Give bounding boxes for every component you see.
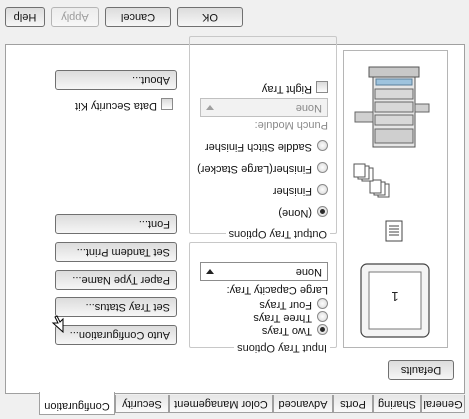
data-security-kit-label: Data Security Kit [75, 100, 157, 112]
large-capacity-tray-value: None [295, 266, 322, 278]
configuration-panel: Defaults 1 Input Tray Options Two Trays … [5, 36, 465, 394]
chevron-down-icon [206, 269, 214, 274]
tab-advanced[interactable]: Advanced [273, 395, 333, 413]
finisher-label: Finisher [272, 185, 312, 197]
finisher-large-stacker-radio[interactable] [317, 162, 328, 173]
tab-label: Configuration [44, 400, 110, 412]
punch-module-label: Punch Module: [254, 119, 328, 131]
paper-sheet-icon [385, 220, 403, 242]
four-trays-radio[interactable] [317, 298, 328, 309]
tab-security[interactable]: Security [115, 395, 169, 413]
finisher-radio[interactable] [317, 184, 328, 195]
tab-label: General [423, 398, 463, 410]
set-tray-status-button[interactable]: Set Tray Status... [55, 297, 177, 317]
finisher-large-stacker-label: Finisher(Large Stacker) [197, 163, 312, 175]
output-none-radio[interactable] [317, 206, 328, 217]
three-trays-radio[interactable] [317, 311, 328, 322]
tab-label: Ports [340, 398, 366, 410]
tab-label: Advanced [278, 398, 328, 410]
tab-sharing[interactable]: Sharing [373, 395, 421, 413]
saddle-stitch-finisher-label: Saddle Stitch Finisher [205, 141, 312, 153]
four-trays-label: Four Trays [259, 299, 312, 311]
output-tray-options-group: Output Tray Options (None) Finisher Fini… [189, 36, 337, 240]
three-trays-label: Three Trays [253, 312, 312, 324]
set-tandem-print-button[interactable]: Set Tandem Print... [55, 242, 177, 262]
tab-strip: General Sharing Ports Advanced Color Man… [0, 392, 465, 415]
input-tray-options-group: Input Tray Options Two Trays Three Trays… [189, 242, 337, 354]
about-button[interactable]: About... [55, 70, 177, 90]
data-security-kit-checkbox[interactable] [161, 98, 173, 110]
device-preview-graphic: 1 [353, 66, 430, 338]
punch-module-select[interactable]: None [200, 98, 328, 117]
tab-label: Security [122, 398, 162, 410]
cancel-button[interactable]: Cancel [105, 7, 171, 27]
punch-module-value: None [295, 102, 322, 114]
input-tray-options-title: Input Tray Options [234, 342, 330, 354]
printer-with-trays-icon [354, 66, 430, 148]
font-button[interactable]: Font... [55, 214, 177, 234]
output-none-label: (None) [278, 207, 312, 219]
output-stack-icon [353, 163, 390, 198]
right-tray-checkbox[interactable] [316, 81, 328, 93]
ok-button[interactable]: OK [177, 7, 243, 27]
tab-configuration[interactable]: Configuration [39, 392, 115, 415]
tab-ports[interactable]: Ports [333, 395, 373, 413]
tab-color-management[interactable]: Color Management [169, 395, 273, 413]
two-trays-label: Two Trays [261, 325, 312, 337]
two-trays-radio[interactable] [317, 324, 328, 335]
tab-label: Sharing [378, 398, 416, 410]
right-tray-label: Right Tray [261, 83, 312, 95]
printer-properties-dialog: General Sharing Ports Advanced Color Man… [0, 0, 469, 419]
tab-general[interactable]: General [421, 395, 465, 413]
paper-preview-icon: 1 [360, 263, 430, 338]
output-tray-options-title: Output Tray Options [225, 228, 330, 240]
svg-text:1: 1 [391, 289, 398, 304]
large-capacity-tray-label: Large Capacity Tray: [226, 284, 329, 296]
tab-label: Color Management [174, 398, 268, 410]
paper-type-name-button[interactable]: Paper Type Name... [55, 270, 177, 290]
auto-configuration-button[interactable]: Auto Configuration... [55, 325, 177, 345]
chevron-down-icon [206, 105, 214, 110]
help-button[interactable]: Help [5, 7, 45, 27]
apply-button[interactable]: Apply [51, 7, 99, 27]
saddle-stitch-finisher-radio[interactable] [317, 140, 328, 151]
mouse-pointer-icon [51, 315, 64, 333]
large-capacity-tray-select[interactable]: None [200, 262, 328, 281]
device-preview: 1 [343, 50, 448, 348]
defaults-button[interactable]: Defaults [388, 360, 454, 380]
